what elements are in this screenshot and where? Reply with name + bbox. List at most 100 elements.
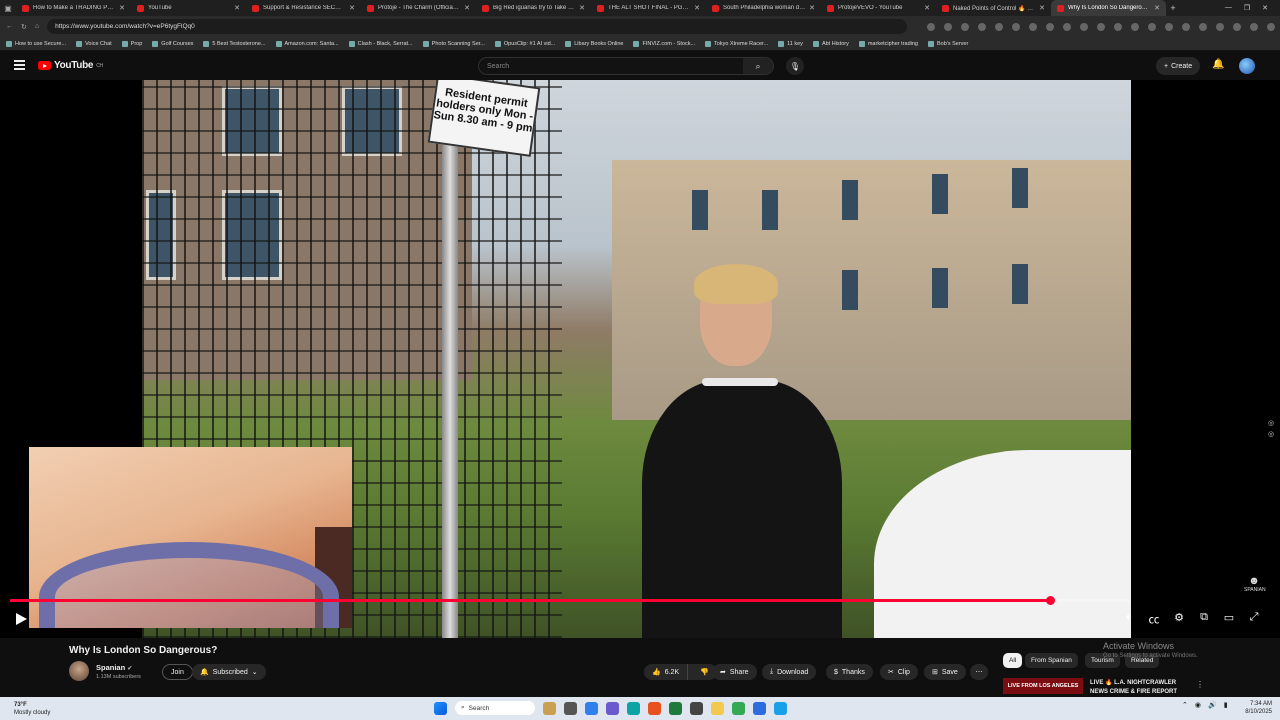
share-button[interactable]: ➦ Share (712, 664, 757, 680)
upnext-thumbnail-badge[interactable]: LIVE FROM LOS ANGELES (1003, 678, 1083, 694)
save-button[interactable]: ⊞ Save (924, 664, 966, 680)
extension-icon[interactable] (1267, 22, 1276, 31)
tab-close-icon[interactable]: ✕ (464, 4, 470, 12)
channel-name[interactable]: Spanian ✔ (96, 663, 132, 672)
extension-icon[interactable] (1063, 22, 1072, 31)
browser-tab[interactable]: South Philadelphia woman des ✕ (706, 0, 821, 16)
tab-close-icon[interactable]: ✕ (694, 4, 700, 12)
tab-close-icon[interactable]: ✕ (119, 4, 125, 12)
extension-icon[interactable] (1080, 22, 1089, 31)
start-icon[interactable] (434, 701, 447, 715)
browser-tab[interactable]: THE ALT SHOT FINAL - PGA TO ✕ (591, 0, 706, 16)
extension-icon[interactable] (1114, 22, 1123, 31)
weather-widget[interactable]: 73°F Mostly cloudy (14, 701, 50, 717)
autoplay-toggle-icon[interactable]: ◐ (1122, 611, 1136, 627)
chrome-icon[interactable] (732, 701, 745, 715)
taskbar-search[interactable]: ⌕ Search (455, 701, 535, 715)
thanks-button[interactable]: $ Thanks (826, 664, 873, 680)
extension-icon[interactable] (1148, 22, 1157, 31)
settings-icon[interactable] (564, 701, 577, 715)
upnext-title[interactable]: LIVE 🔥 L.A. NIGHTCRAWLER NEWS CRIME & FI… (1090, 679, 1190, 697)
volume-icon[interactable]: 🔊 (1208, 701, 1217, 709)
extension-icon[interactable] (1046, 22, 1055, 31)
join-button[interactable]: Join (162, 664, 193, 680)
bookmark-item[interactable]: Amazon.com: Santa... (275, 40, 339, 47)
extension-side-icon[interactable]: ◎ (1268, 418, 1274, 429)
bookmark-item[interactable]: Abt History (812, 40, 849, 47)
bookmark-item[interactable]: FINVIZ.com - Stock... (633, 40, 695, 47)
settings-gear-icon[interactable]: ⚙ (1172, 611, 1186, 627)
filter-chip[interactable]: All (1003, 653, 1023, 668)
browser-tab[interactable]: YouTube ✕ (131, 0, 246, 16)
extension-icon[interactable] (1216, 22, 1225, 31)
browser-tab[interactable]: Naked Points of Control 🔥 FRE ✕ (936, 0, 1051, 16)
close-icon[interactable]: ✕ (1262, 4, 1268, 12)
extension-icon[interactable] (978, 22, 987, 31)
progress-bar[interactable] (10, 596, 1130, 605)
reload-icon[interactable]: ↻ (21, 23, 27, 31)
extension-icon[interactable] (1233, 22, 1242, 31)
download-button[interactable]: ⤓ Download (762, 664, 817, 680)
extension-icon[interactable] (961, 22, 970, 31)
extension-icon[interactable] (1182, 22, 1191, 31)
tab-close-icon[interactable]: ✕ (1039, 4, 1045, 12)
upnext-menu-icon[interactable]: ⋮ (1196, 680, 1204, 689)
tab-close-icon[interactable]: ✕ (1154, 4, 1160, 12)
tab-close-icon[interactable]: ✕ (349, 4, 355, 12)
miniplayer-icon[interactable]: ⧉ (1197, 611, 1211, 627)
firefox-icon[interactable] (648, 701, 661, 715)
create-button[interactable]: + Create (1156, 57, 1201, 75)
extension-icon[interactable] (1012, 22, 1021, 31)
bookmark-item[interactable]: How to use Secure... (6, 40, 66, 47)
account-avatar[interactable] (1239, 58, 1255, 74)
play-button[interactable] (14, 612, 28, 626)
file-explorer-icon[interactable] (711, 701, 724, 715)
app-icon[interactable] (774, 701, 787, 715)
bookmark-item[interactable]: Clash - Black, Serrat... (348, 40, 413, 47)
video-player[interactable]: Resident permit holders only Mon - Sun 8… (0, 80, 1280, 638)
edge-browser-icon[interactable] (627, 701, 640, 715)
extension-icon[interactable] (1165, 22, 1174, 31)
tray-chevron-icon[interactable]: ⌃ (1182, 701, 1188, 709)
window-menu-icon[interactable]: ▣ (0, 0, 16, 16)
notifications-bell-icon[interactable]: 🔔 (1212, 59, 1224, 70)
tab-close-icon[interactable]: ✕ (924, 4, 930, 12)
filter-chip[interactable]: From Spanian (1025, 653, 1078, 668)
bookmark-item[interactable]: Voice Chat (76, 40, 112, 47)
address-bar[interactable]: https://www.youtube.com/watch?v=eP6tygFl… (47, 19, 908, 34)
network-icon[interactable]: ◉ (1195, 701, 1201, 709)
captions-icon[interactable]: ㏄ (1147, 611, 1161, 627)
excel-icon[interactable] (669, 701, 682, 715)
channel-avatar[interactable] (69, 661, 89, 681)
taskbar-clock[interactable]: 7:34 AM 8/10/2025 (1240, 700, 1272, 716)
back-icon[interactable]: ← (6, 23, 13, 30)
extension-icon[interactable] (1097, 22, 1106, 31)
bookmark-item[interactable]: 11 key (778, 40, 803, 47)
more-actions-icon[interactable]: ⋯ (970, 664, 988, 680)
widgets-icon[interactable] (543, 701, 556, 715)
bookmark-item[interactable]: Prop (121, 40, 142, 47)
terminal-icon[interactable] (690, 701, 703, 715)
minimize-icon[interactable]: — (1225, 4, 1232, 12)
battery-icon[interactable]: ▮ (1224, 701, 1228, 709)
extension-icon[interactable] (1131, 22, 1140, 31)
browser-tab[interactable]: Support & Resistance SECRETS ✕ (246, 0, 361, 16)
extension-icon[interactable] (1199, 22, 1208, 31)
bookmark-item[interactable]: 5 Best Testosterone... (203, 40, 266, 47)
clip-button[interactable]: ✂ Clip (880, 664, 918, 680)
tab-close-icon[interactable]: ✕ (809, 4, 815, 12)
bookmark-item[interactable]: Golf Courses (152, 40, 193, 47)
extension-icon[interactable] (944, 22, 953, 31)
theater-mode-icon[interactable]: ▭ (1222, 611, 1236, 627)
bookmark-item[interactable]: Bob's Server (927, 40, 968, 47)
new-tab-button[interactable]: + (1166, 3, 1180, 13)
bookmark-item[interactable]: OpusClip: #1 AI vid... (494, 40, 555, 47)
tab-close-icon[interactable]: ✕ (579, 4, 585, 12)
extension-icon[interactable] (1250, 22, 1259, 31)
extension-icon[interactable] (1029, 22, 1038, 31)
edge-icon[interactable] (585, 701, 598, 715)
bookmark-item[interactable]: Tokyo Xtreme Racer... (705, 40, 768, 47)
browser-tab[interactable]: ProtojeVEVO - YouTube ✕ (821, 0, 936, 16)
home-icon[interactable]: ⌂ (35, 23, 39, 30)
search-icon[interactable]: ⌕ (743, 58, 773, 74)
